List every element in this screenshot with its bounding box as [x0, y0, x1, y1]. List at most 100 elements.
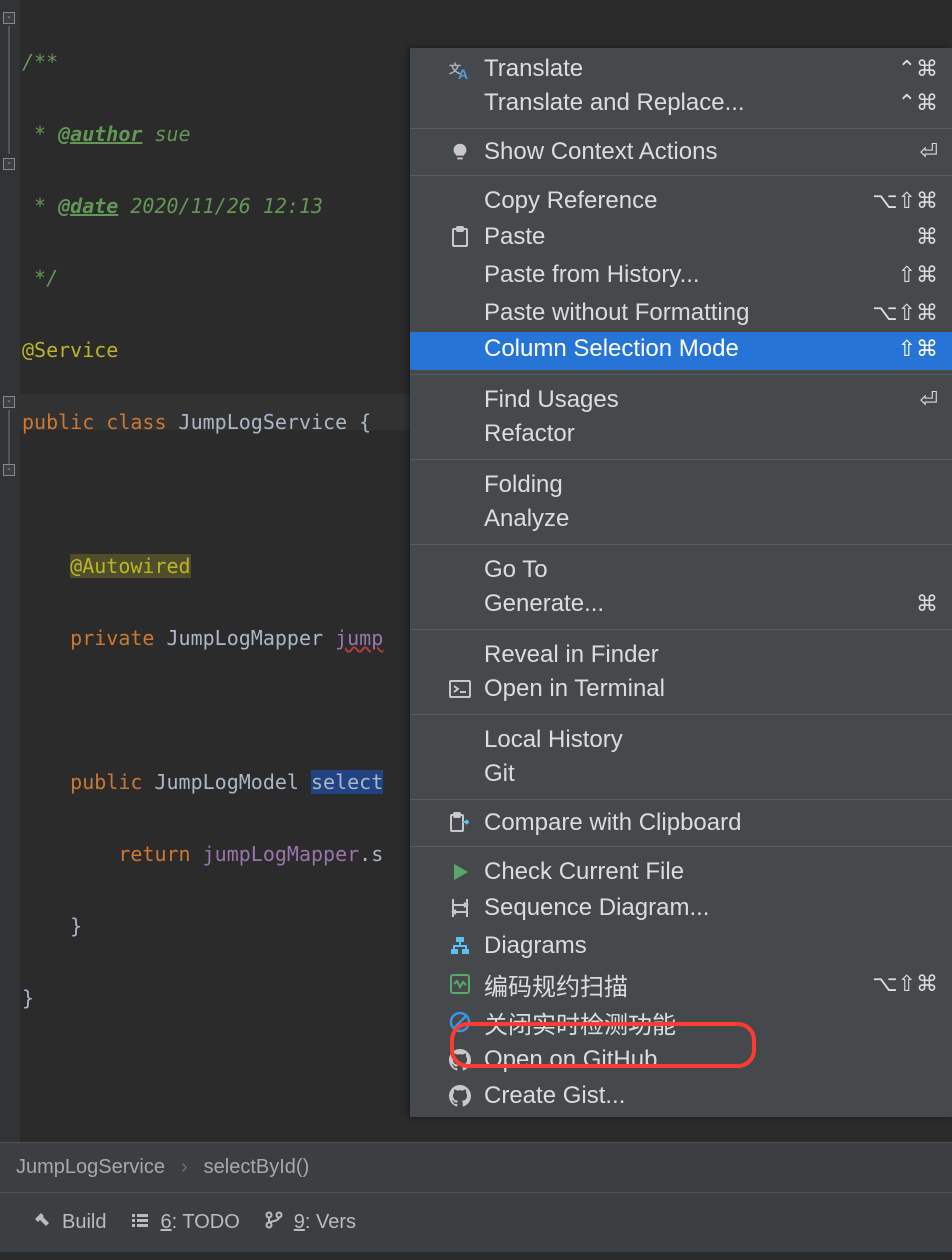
menu-separator: [410, 128, 952, 129]
menu-git[interactable]: Git: [410, 757, 952, 795]
menu-open-github[interactable]: Open on GitHub: [410, 1041, 952, 1079]
kw-return: return: [118, 842, 190, 866]
fold-icon[interactable]: -: [3, 464, 15, 476]
menu-shortcut: ⌥⇧⌘: [872, 300, 938, 326]
menu-label: Go To: [484, 556, 548, 584]
vcs-mnemonic: 9: [294, 1211, 305, 1233]
list-icon: [130, 1210, 150, 1236]
menu-shortcut: ⏎: [920, 387, 938, 413]
menu-copy-reference[interactable]: Copy Reference ⌥⇧⌘: [410, 180, 952, 218]
ban-icon: [446, 1008, 474, 1036]
menu-label: Analyze: [484, 505, 569, 533]
build-tool-button[interactable]: Build: [32, 1210, 106, 1236]
doc-date-tag: @date: [58, 194, 118, 218]
breadcrumb-method[interactable]: selectById(): [188, 1156, 326, 1179]
fold-icon[interactable]: -: [3, 396, 15, 408]
menu-translate-replace[interactable]: Translate and Replace... ⌃⌘: [410, 86, 952, 124]
menu-find-usages[interactable]: Find Usages ⏎: [410, 379, 952, 417]
svg-text:A: A: [458, 66, 468, 81]
menu-analyze[interactable]: Analyze: [410, 502, 952, 540]
menu-label: Translate: [484, 55, 583, 83]
menu-label: Reveal in Finder: [484, 641, 659, 669]
menu-separator: [410, 374, 952, 375]
menu-separator: [410, 714, 952, 715]
play-icon: [446, 858, 474, 886]
method-select: select: [311, 770, 383, 794]
menu-goto[interactable]: Go To: [410, 549, 952, 587]
menu-code-scan[interactable]: 编码规约扫描 ⌥⇧⌘: [410, 965, 952, 1003]
kw-public: public: [22, 410, 94, 434]
doc-date-val: 2020/11/26 12:13: [118, 194, 323, 218]
menu-local-history[interactable]: Local History: [410, 719, 952, 757]
menu-generate[interactable]: Generate... ⌘: [410, 587, 952, 625]
hammer-icon: [32, 1210, 52, 1236]
menu-label: Copy Reference: [484, 187, 657, 215]
menu-shortcut: ⇧⌘: [898, 336, 938, 362]
terminal-icon: [446, 675, 474, 703]
field-use: jumpLogMapper: [203, 842, 360, 866]
breadcrumb-class[interactable]: JumpLogService: [0, 1156, 181, 1179]
menu-label: Folding: [484, 471, 563, 499]
menu-label: Local History: [484, 726, 623, 754]
menu-reveal-finder[interactable]: Reveal in Finder: [410, 634, 952, 672]
menu-label: Open on GitHub: [484, 1046, 657, 1074]
menu-check-current-file[interactable]: Check Current File: [410, 851, 952, 889]
build-label: Build: [62, 1211, 106, 1234]
breadcrumbs-bar: JumpLogService › selectById(): [0, 1142, 952, 1192]
menu-label: Paste: [484, 223, 545, 251]
todo-tool-button[interactable]: 6: TODO: [130, 1210, 239, 1236]
menu-label: 编码规约扫描: [484, 967, 628, 1002]
menu-open-terminal[interactable]: Open in Terminal: [410, 672, 952, 710]
menu-label: Column Selection Mode: [484, 335, 739, 363]
menu-paste[interactable]: Paste ⌘: [410, 218, 952, 256]
menu-show-context-actions[interactable]: Show Context Actions ⏎: [410, 133, 952, 171]
menu-label: Sequence Diagram...: [484, 894, 709, 922]
menu-label: Translate and Replace...: [484, 89, 745, 117]
menu-paste-noformat[interactable]: Paste without Formatting ⌥⇧⌘: [410, 294, 952, 332]
branch-icon: [264, 1210, 284, 1236]
todo-mnemonic: 6: [160, 1211, 171, 1233]
menu-separator: [410, 459, 952, 460]
kw-private: private: [70, 626, 154, 650]
menu-shortcut: ⌥⇧⌘: [872, 188, 938, 214]
fold-icon[interactable]: -: [3, 158, 15, 170]
compare-clipboard-icon: [446, 809, 474, 837]
translate-icon: 文A: [446, 55, 474, 83]
sequence-icon: [446, 894, 474, 922]
vcs-tool-button[interactable]: 9: Vers: [264, 1210, 356, 1236]
menu-sequence-diagram[interactable]: Sequence Diagram...: [410, 889, 952, 927]
type-model: JumpLogModel: [142, 770, 311, 794]
doc-author-tag: @author: [58, 122, 142, 146]
editor-context-menu[interactable]: 文A Translate ⌃⌘ Translate and Replace...…: [410, 48, 952, 1117]
menu-label: Generate...: [484, 590, 604, 618]
menu-diagrams[interactable]: Diagrams: [410, 927, 952, 965]
menu-separator: [410, 175, 952, 176]
doc-close: */: [22, 266, 58, 290]
anno-service: @Service: [22, 338, 118, 362]
menu-separator: [410, 846, 952, 847]
paste-icon: [446, 223, 474, 251]
menu-folding[interactable]: Folding: [410, 464, 952, 502]
menu-create-gist[interactable]: Create Gist...: [410, 1079, 952, 1117]
menu-compare-clipboard[interactable]: Compare with Clipboard: [410, 804, 952, 842]
menu-shortcut: ⌃⌘: [898, 56, 938, 82]
menu-column-selection[interactable]: Column Selection Mode ⇧⌘: [410, 332, 952, 370]
menu-label: Refactor: [484, 420, 575, 448]
menu-refactor[interactable]: Refactor: [410, 417, 952, 455]
menu-shortcut: ⏎: [920, 139, 938, 165]
editor-gutter: - - - -: [0, 0, 20, 1142]
menu-disable-realtime[interactable]: 关闭实时检测功能: [410, 1003, 952, 1041]
menu-label: Check Current File: [484, 858, 684, 886]
menu-separator: [410, 629, 952, 630]
menu-label: Create Gist...: [484, 1082, 625, 1110]
menu-label: Git: [484, 760, 515, 788]
menu-translate[interactable]: 文A Translate ⌃⌘: [410, 48, 952, 86]
member-suffix: .s: [359, 842, 383, 866]
menu-label: Paste without Formatting: [484, 299, 749, 327]
doc-author-val: sue: [142, 122, 190, 146]
anno-autowired: @Autowired: [70, 554, 190, 578]
github-icon: [446, 1082, 474, 1110]
fold-icon[interactable]: -: [3, 12, 15, 24]
vcs-label: : Vers: [305, 1211, 356, 1233]
menu-paste-history[interactable]: Paste from History... ⇧⌘: [410, 256, 952, 294]
